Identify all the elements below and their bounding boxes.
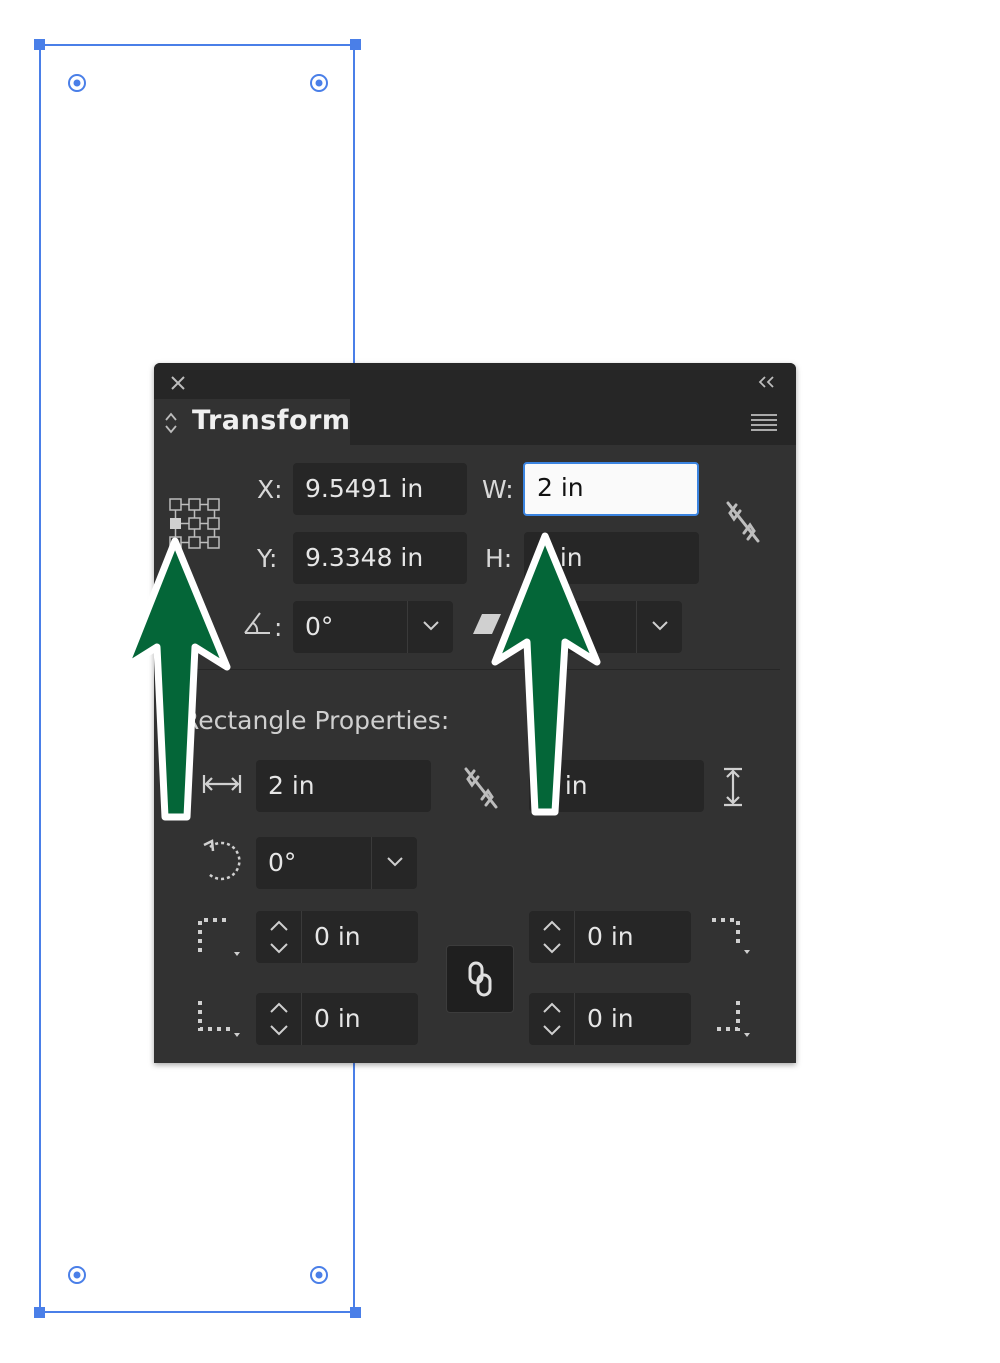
link-corners-icon xyxy=(468,961,492,997)
corner-bottom-left-field[interactable]: 0 in xyxy=(302,993,418,1045)
rotate-icon xyxy=(244,612,270,634)
selection-handle-bottom-right[interactable] xyxy=(350,1307,361,1318)
chevron-down-icon xyxy=(652,621,668,631)
live-corner-widget-top-right[interactable] xyxy=(309,73,329,93)
stepper-icon xyxy=(543,1002,561,1036)
chevron-down-icon xyxy=(387,857,403,867)
close-icon[interactable] xyxy=(170,375,186,391)
corner-top-left-stepper[interactable] xyxy=(256,911,302,963)
w-field[interactable]: 2 in xyxy=(523,462,699,516)
x-label: X: xyxy=(257,475,283,504)
x-field[interactable]: 9.5491 in xyxy=(293,463,467,515)
stepper-icon xyxy=(270,1002,288,1036)
height-icon xyxy=(724,767,742,807)
corner-bottom-left-icon[interactable] xyxy=(196,997,242,1039)
constrain-proportions-icon[interactable] xyxy=(722,499,762,545)
rect-rotation-field[interactable]: 0° xyxy=(256,837,371,889)
w-label: W: xyxy=(482,475,514,504)
corner-bottom-right-stepper[interactable] xyxy=(529,993,575,1045)
panel-title-bar xyxy=(154,363,796,399)
rotate-label: : xyxy=(274,613,283,642)
corner-top-right-field[interactable]: 0 in xyxy=(575,911,691,963)
panel-expand-icon[interactable] xyxy=(164,411,178,435)
transform-panel: Transform X: 9.5491 in W: 2 in Y: 9.3348… xyxy=(154,363,796,1063)
y-field[interactable]: 9.3348 in xyxy=(293,532,467,584)
annotation-arrow-reference-point xyxy=(121,537,231,821)
corner-bottom-right-icon[interactable] xyxy=(708,997,754,1039)
y-label: Y: xyxy=(257,544,278,573)
selection-handle-bottom-left[interactable] xyxy=(34,1307,45,1318)
corner-bottom-right-field[interactable]: 0 in xyxy=(575,993,691,1045)
live-corner-widget-bottom-right[interactable] xyxy=(309,1265,329,1285)
rotation-arrow-icon xyxy=(203,839,241,881)
collapse-panel-icon[interactable] xyxy=(756,375,776,389)
link-corners-button[interactable] xyxy=(446,945,514,1013)
live-corner-widget-top-left[interactable] xyxy=(67,73,87,93)
live-corner-widget-bottom-left[interactable] xyxy=(67,1265,87,1285)
corner-top-right-stepper[interactable] xyxy=(529,911,575,963)
corner-top-left-field[interactable]: 0 in xyxy=(302,911,418,963)
panel-menu-icon[interactable] xyxy=(750,413,778,431)
annotation-arrow-width-field xyxy=(491,532,601,816)
rotate-field[interactable]: 0° xyxy=(293,601,407,653)
chevron-down-icon xyxy=(423,621,439,631)
panel-title: Transform xyxy=(192,405,351,436)
corner-bottom-left-stepper[interactable] xyxy=(256,993,302,1045)
stepper-icon xyxy=(270,920,288,954)
shear-dropdown[interactable] xyxy=(636,601,682,653)
selection-handle-top-left[interactable] xyxy=(34,39,45,50)
stepper-icon xyxy=(543,920,561,954)
rotate-dropdown[interactable] xyxy=(407,601,453,653)
corner-top-left-icon[interactable] xyxy=(196,916,242,958)
corner-top-right-icon[interactable] xyxy=(708,916,754,958)
rect-rotation-dropdown[interactable] xyxy=(371,837,417,889)
rect-width-field[interactable]: 2 in xyxy=(256,760,431,812)
section-divider xyxy=(184,669,780,670)
selection-handle-top-right[interactable] xyxy=(350,39,361,50)
